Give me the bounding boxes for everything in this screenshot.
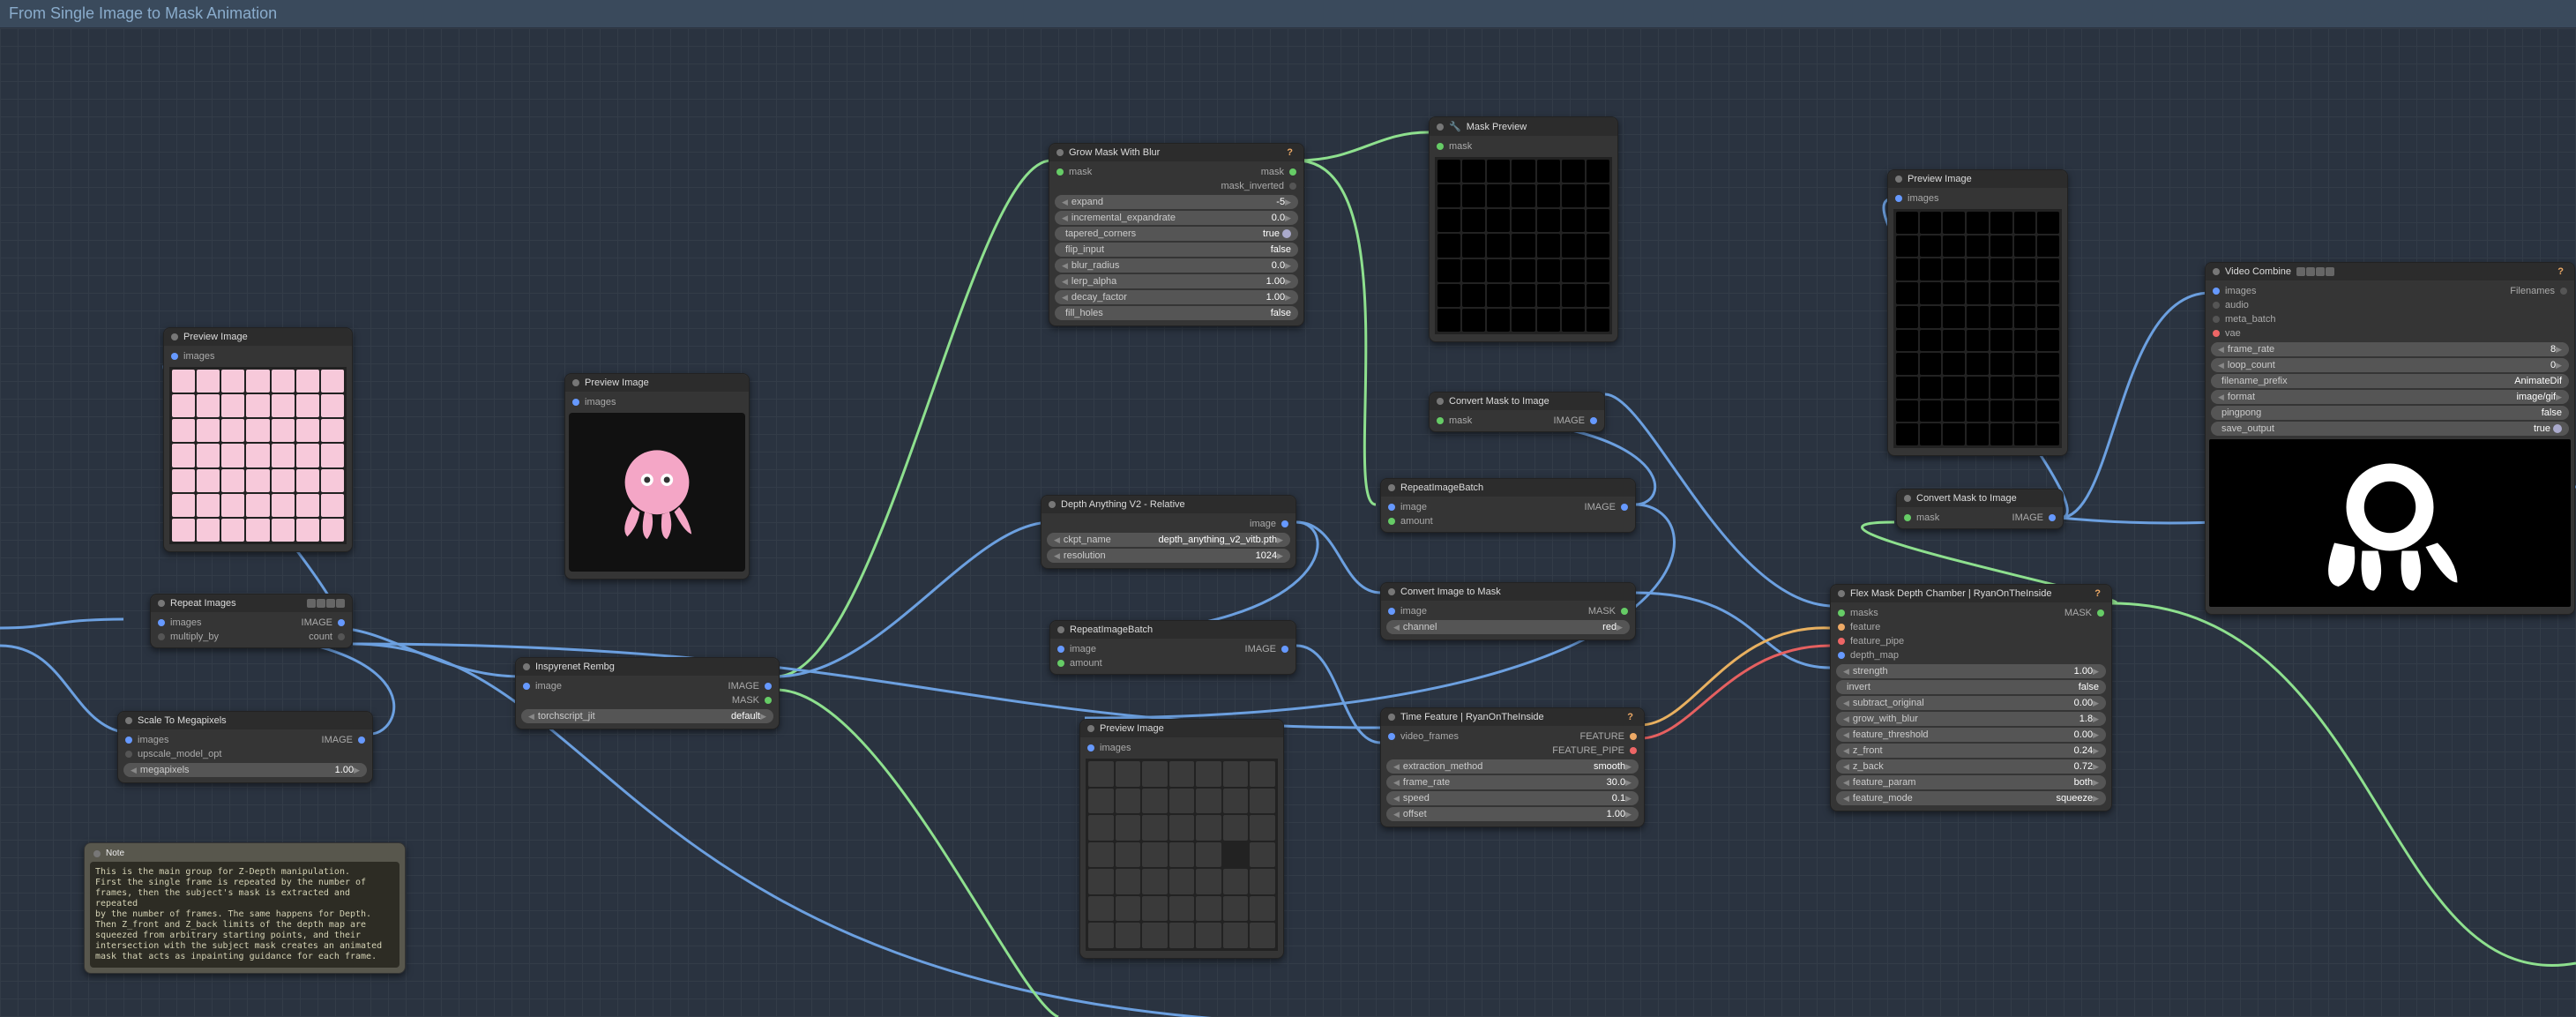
node-repeat-image-batch-1[interactable]: RepeatImageBatch image IMAGE amount <box>1380 478 1636 533</box>
node-scale-to-megapixels[interactable]: Scale To Megapixels images IMAGE upscale… <box>117 711 373 783</box>
node-mask-preview[interactable]: 🔧Mask Preview mask <box>1429 116 1618 342</box>
node-convert-image-to-mask[interactable]: Convert Image to Mask image MASK ◀channe… <box>1380 582 1636 640</box>
torchscript-widget[interactable]: ◀torchscript_jit default▶ <box>521 709 773 723</box>
node-preview-image-2[interactable]: Preview Image images <box>564 373 750 580</box>
node-preview-image-1[interactable]: Preview Image images <box>163 327 353 552</box>
node-inspyrenet-rembg[interactable]: Inspyrenet Rembg image IMAGE MASK ◀torch… <box>515 657 780 729</box>
preview-grid <box>1435 157 1612 334</box>
node-repeat-image-batch-2[interactable]: RepeatImageBatch image IMAGE amount <box>1049 620 1296 675</box>
node-preview-image-4[interactable]: Preview Image images <box>1887 169 2068 456</box>
node-repeat-images[interactable]: Repeat Images images IMAGE multiply_by c… <box>150 594 353 648</box>
node-flex-mask-depth-chamber[interactable]: Flex Mask Depth Chamber | RyanOnTheInsid… <box>1830 584 2112 811</box>
preview-grid <box>1893 209 2062 448</box>
node-title[interactable]: Preview Image <box>164 328 352 346</box>
node-time-feature[interactable]: Time Feature | RyanOnTheInside? video_fr… <box>1380 707 1645 827</box>
video-preview <box>2209 439 2571 607</box>
octopus-preview <box>569 413 745 572</box>
node-convert-mask-to-image-1[interactable]: Convert Mask to Image mask IMAGE <box>1429 392 1605 432</box>
help-icon[interactable]: ? <box>2557 266 2567 277</box>
megapixels-widget[interactable]: ◀megapixels 1.00▶ <box>123 763 367 777</box>
node-convert-mask-to-image-2[interactable]: Convert Mask to Image mask IMAGE <box>1896 489 2064 529</box>
note-text: This is the main group for Z-Depth manip… <box>90 862 399 968</box>
help-icon[interactable]: ? <box>2094 588 2104 599</box>
help-icon[interactable]: ? <box>1627 712 1637 722</box>
node-note[interactable]: Note This is the main group for Z-Depth … <box>84 842 406 974</box>
preview-grid <box>169 367 347 544</box>
input-images[interactable]: images <box>164 349 352 363</box>
node-grow-mask-with-blur[interactable]: Grow Mask With Blur? mask mask mask_inve… <box>1049 143 1304 326</box>
node-depth-anything-v2[interactable]: Depth Anything V2 - Relative image ◀ckpt… <box>1041 495 1296 569</box>
help-icon[interactable]: ? <box>1287 147 1296 158</box>
node-graph-canvas[interactable]: Preview Image images Repeat Images image… <box>0 28 2576 1017</box>
preview-grid <box>1086 759 1278 951</box>
header-bar: From Single Image to Mask Animation <box>0 0 2576 28</box>
page-title: From Single Image to Mask Animation <box>9 4 277 23</box>
node-video-combine[interactable]: Video Combine ? images Filenames audio m… <box>2205 262 2575 615</box>
node-preview-image-3[interactable]: Preview Image images <box>1079 719 1284 959</box>
